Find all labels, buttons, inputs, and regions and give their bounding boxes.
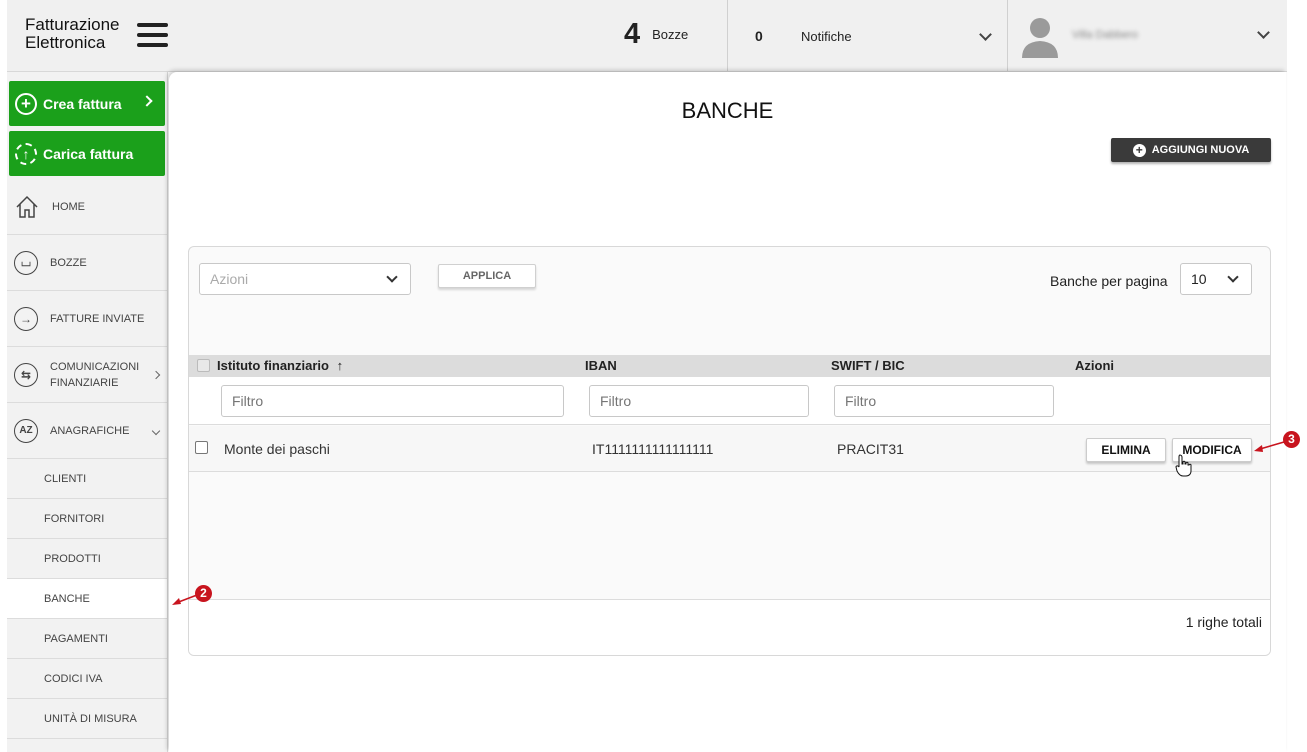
table-footer: 1 righe totali xyxy=(189,599,1270,655)
sort-arrow-icon: ↑ xyxy=(336,358,344,373)
az-icon: AZ xyxy=(14,418,38,443)
applica-button[interactable]: APPLICA xyxy=(438,264,536,288)
cell-istituto: Monte dei paschi xyxy=(224,441,330,457)
exchange-icon: ⇆ xyxy=(14,362,38,387)
cell-swift: PRACIT31 xyxy=(837,441,904,457)
sidebar-item-label: BOZZE xyxy=(50,256,87,269)
home-icon xyxy=(16,195,38,218)
user-menu[interactable]: Villa Dabbero xyxy=(1017,12,1287,60)
carica-fattura-label: Carica fattura xyxy=(43,145,134,162)
sidebar-item-label: COMUNICAZIONI xyxy=(50,360,140,373)
per-page-label: Banche per pagina xyxy=(1050,273,1168,289)
azioni-select[interactable]: Azioni xyxy=(199,263,411,295)
logo-line1: Fatturazione xyxy=(25,15,120,34)
user-name: Villa Dabbero xyxy=(1072,29,1138,41)
banche-table-panel: Azioni APPLICA Banche per pagina 10 Isti… xyxy=(188,246,1271,656)
aggiungi-nuova-button[interactable]: + AGGIUNGI NUOVA xyxy=(1111,138,1271,162)
chevron-down-icon xyxy=(386,271,398,283)
annotation-badge-3: 3 xyxy=(1283,431,1300,448)
aggiungi-nuova-label: AGGIUNGI NUOVA xyxy=(1151,144,1250,156)
filter-swift-input[interactable] xyxy=(834,385,1054,417)
crea-fattura-button[interactable]: + Crea fattura xyxy=(9,81,165,126)
sidebar-item-label: FINANZIARIE xyxy=(50,376,119,389)
elimina-button[interactable]: ELIMINA xyxy=(1086,438,1166,462)
chevron-down-icon xyxy=(151,426,161,435)
notifiche-label: Notifiche xyxy=(801,28,852,44)
sidebar-item-anagrafiche[interactable]: AZ ANAGRAFICHE xyxy=(7,403,167,459)
column-header-swift: SWIFT / BIC xyxy=(831,358,905,373)
filter-istituto-input[interactable] xyxy=(221,385,564,417)
column-header-iban: IBAN xyxy=(585,358,617,373)
sidebar-item-comunicazioni-finanziarie[interactable]: ⇆ COMUNICAZIONI FINANZIARIE xyxy=(7,347,167,403)
per-page-value: 10 xyxy=(1191,271,1207,287)
plus-circle-icon: + xyxy=(15,92,37,115)
plus-icon: + xyxy=(1132,143,1146,157)
top-header: Fatturazione Elettronica 4 Bozze 0 Notif… xyxy=(7,0,1287,72)
user-avatar-icon xyxy=(1022,18,1058,58)
filter-iban-input[interactable] xyxy=(589,385,809,417)
sidebar-subitem-pagamenti[interactable]: PAGAMENTI xyxy=(7,619,167,659)
chevron-down-icon xyxy=(979,28,992,41)
bozze-count: 4 xyxy=(624,18,641,50)
sidebar-item-home[interactable]: HOME xyxy=(7,179,167,235)
sidebar-subitem-banche[interactable]: BANCHE xyxy=(7,579,167,619)
chevron-right-icon xyxy=(151,370,161,379)
total-rows-label: 1 righe totali xyxy=(1185,614,1262,630)
tray-icon: ⌴ xyxy=(14,250,38,275)
column-header-azioni: Azioni xyxy=(1075,358,1114,373)
azioni-placeholder: Azioni xyxy=(210,271,249,287)
hamburger-menu-icon[interactable] xyxy=(137,23,168,47)
sidebar-subitem-codici-iva[interactable]: CODICI IVA xyxy=(7,659,167,699)
chevron-down-icon xyxy=(1227,271,1239,283)
row-checkbox[interactable] xyxy=(195,441,208,454)
logo-line2: Elettronica xyxy=(25,33,106,52)
app-window: Fatturazione Elettronica 4 Bozze 0 Notif… xyxy=(0,0,1307,752)
crea-fattura-label: Crea fattura xyxy=(43,95,122,112)
filter-row xyxy=(189,377,1270,425)
carica-fattura-button[interactable]: ↑ Carica fattura xyxy=(9,131,165,176)
table-header: Istituto finanziario ↑ IBAN SWIFT / BIC … xyxy=(189,355,1270,377)
sidebar-item-label: HOME xyxy=(52,200,85,213)
bozze-label: Bozze xyxy=(652,27,689,42)
header-divider xyxy=(1007,0,1008,71)
upload-icon: ↑ xyxy=(15,142,37,165)
bozze-counter[interactable]: 4 Bozze xyxy=(624,18,688,51)
app-logo[interactable]: Fatturazione Elettronica xyxy=(25,16,120,52)
header-divider xyxy=(727,0,728,71)
sidebar-item-fatture-inviate[interactable]: → FATTURE INVIATE xyxy=(7,291,167,347)
sidebar-subitem-clienti[interactable]: CLIENTI xyxy=(7,459,167,499)
sidebar-subitem-prodotti[interactable]: PRODOTTI xyxy=(7,539,167,579)
cell-iban: IT1111111111111111 xyxy=(592,441,714,457)
table-row: Monte dei paschi IT1111111111111111 PRAC… xyxy=(189,426,1270,477)
chevron-right-icon xyxy=(141,95,153,107)
sidebar-item-bozze[interactable]: ⌴ BOZZE xyxy=(7,235,167,291)
page-title: BANCHE xyxy=(681,98,774,123)
main-content: BANCHE + AGGIUNGI NUOVA Azioni APPLICA B… xyxy=(169,72,1286,752)
sidebar-item-label: ANAGRAFICHE xyxy=(50,424,130,437)
hand-cursor-icon xyxy=(1175,454,1192,477)
sidebar-subitem-unita-di-misura[interactable]: UNITÀ DI MISURA xyxy=(7,699,167,739)
select-all-checkbox[interactable] xyxy=(197,359,210,372)
chevron-down-icon xyxy=(1257,26,1270,39)
annotation-badge-2: 2 xyxy=(195,585,212,602)
notifiche-dropdown[interactable]: 0 Notifiche xyxy=(755,28,1005,44)
per-page-select[interactable]: 10 xyxy=(1180,263,1252,295)
sidebar-item-label: FATTURE INVIATE xyxy=(50,312,145,325)
column-header-istituto[interactable]: Istituto finanziario ↑ xyxy=(217,358,343,373)
notifiche-count: 0 xyxy=(755,28,763,44)
sidebar-subitem-fornitori[interactable]: FORNITORI xyxy=(7,499,167,539)
arrow-right-circle-icon: → xyxy=(14,306,38,331)
sidebar: + Crea fattura ↑ Carica fattura HOME ⌴ B… xyxy=(7,72,168,752)
